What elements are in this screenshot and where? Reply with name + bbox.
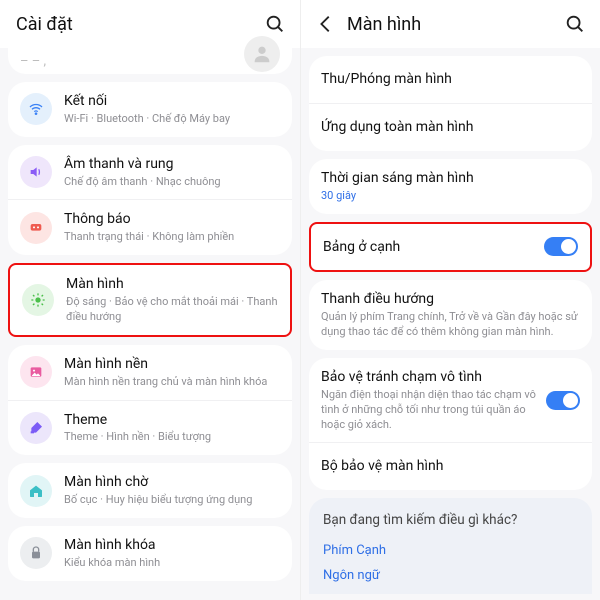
display-row[interactable]: Bộ bảo vệ màn hình (309, 442, 592, 490)
row-title: Bảng ở cạnh (323, 234, 544, 261)
row-title: Màn hình chờ (64, 473, 280, 492)
bell-icon (20, 212, 52, 244)
settings-row-wifi[interactable]: Kết nốiWi-Fi · Bluetooth · Chế độ Máy ba… (8, 82, 292, 137)
display-row[interactable]: Bảng ở cạnh (311, 224, 590, 271)
settings-row-lock[interactable]: Màn hình khóaKiểu khóa màn hình (8, 526, 292, 581)
row-title: Thanh điều hướng (321, 290, 580, 309)
suggestions-block: Bạn đang tìm kiếm điều gì khác? Phím Cạn… (309, 498, 592, 594)
row-subtitle: Theme · Hình nền · Biểu tượng (64, 430, 280, 445)
row-subtitle: Chế độ âm thanh · Nhạc chuông (64, 175, 280, 190)
row-title: Bộ bảo vệ màn hình (321, 453, 580, 480)
row-subtitle: 30 giây (321, 189, 580, 204)
wifi-icon (20, 93, 52, 125)
row-title: Bảo vệ tránh chạm vô tình (321, 368, 546, 387)
row-title: Thời gian sáng màn hình (321, 169, 580, 188)
home-icon (20, 475, 52, 507)
brush-icon (20, 412, 52, 444)
settings-row-home[interactable]: Màn hình chờBố cục · Huy hiệu biểu tượng… (8, 463, 292, 518)
suggestion-link[interactable]: Ngôn ngữ (323, 563, 578, 588)
row-subtitle: Độ sáng · Bảo vệ cho mắt thoải mái · Tha… (66, 295, 278, 325)
row-title: Kết nối (64, 92, 280, 111)
settings-row-brush[interactable]: ThemeTheme · Hình nền · Biểu tượng (8, 400, 292, 456)
display-row[interactable]: Bảo vệ tránh chạm vô tìnhNgăn điện thoại… (309, 358, 592, 442)
search-icon[interactable] (564, 13, 586, 35)
settings-row-sun[interactable]: Màn hìnhĐộ sáng · Bảo vệ cho mắt thoải m… (12, 267, 288, 333)
row-title: Theme (64, 411, 280, 430)
display-list: Thu/Phóng màn hình Ứng dụng toàn màn hình… (301, 56, 600, 490)
display-pane: Màn hình Thu/Phóng màn hình Ứng dụng toàn… (300, 0, 600, 600)
row-subtitle: Quản lý phím Trang chính, Trở về và Gần … (321, 310, 580, 340)
row-title: Thu/Phóng màn hình (321, 66, 580, 93)
row-title: Màn hình khóa (64, 536, 280, 555)
toggle-switch[interactable] (546, 391, 580, 410)
settings-list: Kết nốiWi-Fi · Bluetooth · Chế độ Máy ba… (0, 82, 300, 581)
display-row[interactable]: Thanh điều hướngQuản lý phím Trang chính… (309, 280, 592, 350)
sound-icon (20, 156, 52, 188)
row-title: Ứng dụng toàn màn hình (321, 114, 580, 141)
header-right: Màn hình (301, 0, 600, 48)
row-title: Màn hình (66, 275, 278, 294)
suggestions-title: Bạn đang tìm kiếm điều gì khác? (323, 512, 578, 528)
display-row[interactable]: Thời gian sáng màn hình30 giây (309, 159, 592, 214)
image-icon (20, 356, 52, 388)
settings-pane: Cài đặt – – , Kết nốiWi-Fi · Bluetooth ·… (0, 0, 300, 600)
row-title: Âm thanh và rung (64, 155, 280, 174)
settings-row-sound[interactable]: Âm thanh và rungChế độ âm thanh · Nhạc c… (8, 145, 292, 200)
display-row[interactable]: Ứng dụng toàn màn hình (309, 103, 592, 151)
row-subtitle: Màn hình nền trang chủ và màn hình khóa (64, 375, 280, 390)
row-title: Thông báo (64, 210, 280, 229)
row-subtitle: Thanh trạng thái · Không làm phiền (64, 230, 280, 245)
suggestion-link[interactable]: Phím Cạnh (323, 538, 578, 563)
search-icon[interactable] (264, 13, 286, 35)
row-subtitle: Ngăn điện thoại nhận diện thao tác chạm … (321, 388, 546, 433)
lock-icon (20, 537, 52, 569)
cutoff-row: – – , (8, 48, 292, 74)
settings-row-image[interactable]: Màn hình nềnMàn hình nền trang chủ và mà… (8, 345, 292, 400)
row-subtitle: Wi-Fi · Bluetooth · Chế độ Máy bay (64, 112, 280, 127)
sun-icon (22, 284, 54, 316)
row-subtitle: Kiểu khóa màn hình (64, 556, 280, 571)
row-subtitle: Bố cục · Huy hiệu biểu tượng ứng dụng (64, 493, 280, 508)
display-row[interactable]: Thu/Phóng màn hình (309, 56, 592, 103)
page-title: Màn hình (337, 14, 564, 35)
avatar-icon (244, 36, 280, 72)
settings-row-bell[interactable]: Thông báoThanh trạng thái · Không làm ph… (8, 199, 292, 255)
back-icon[interactable] (315, 13, 337, 35)
toggle-switch[interactable] (544, 237, 578, 256)
row-title: Màn hình nền (64, 355, 280, 374)
page-title: Cài đặt (14, 14, 264, 35)
